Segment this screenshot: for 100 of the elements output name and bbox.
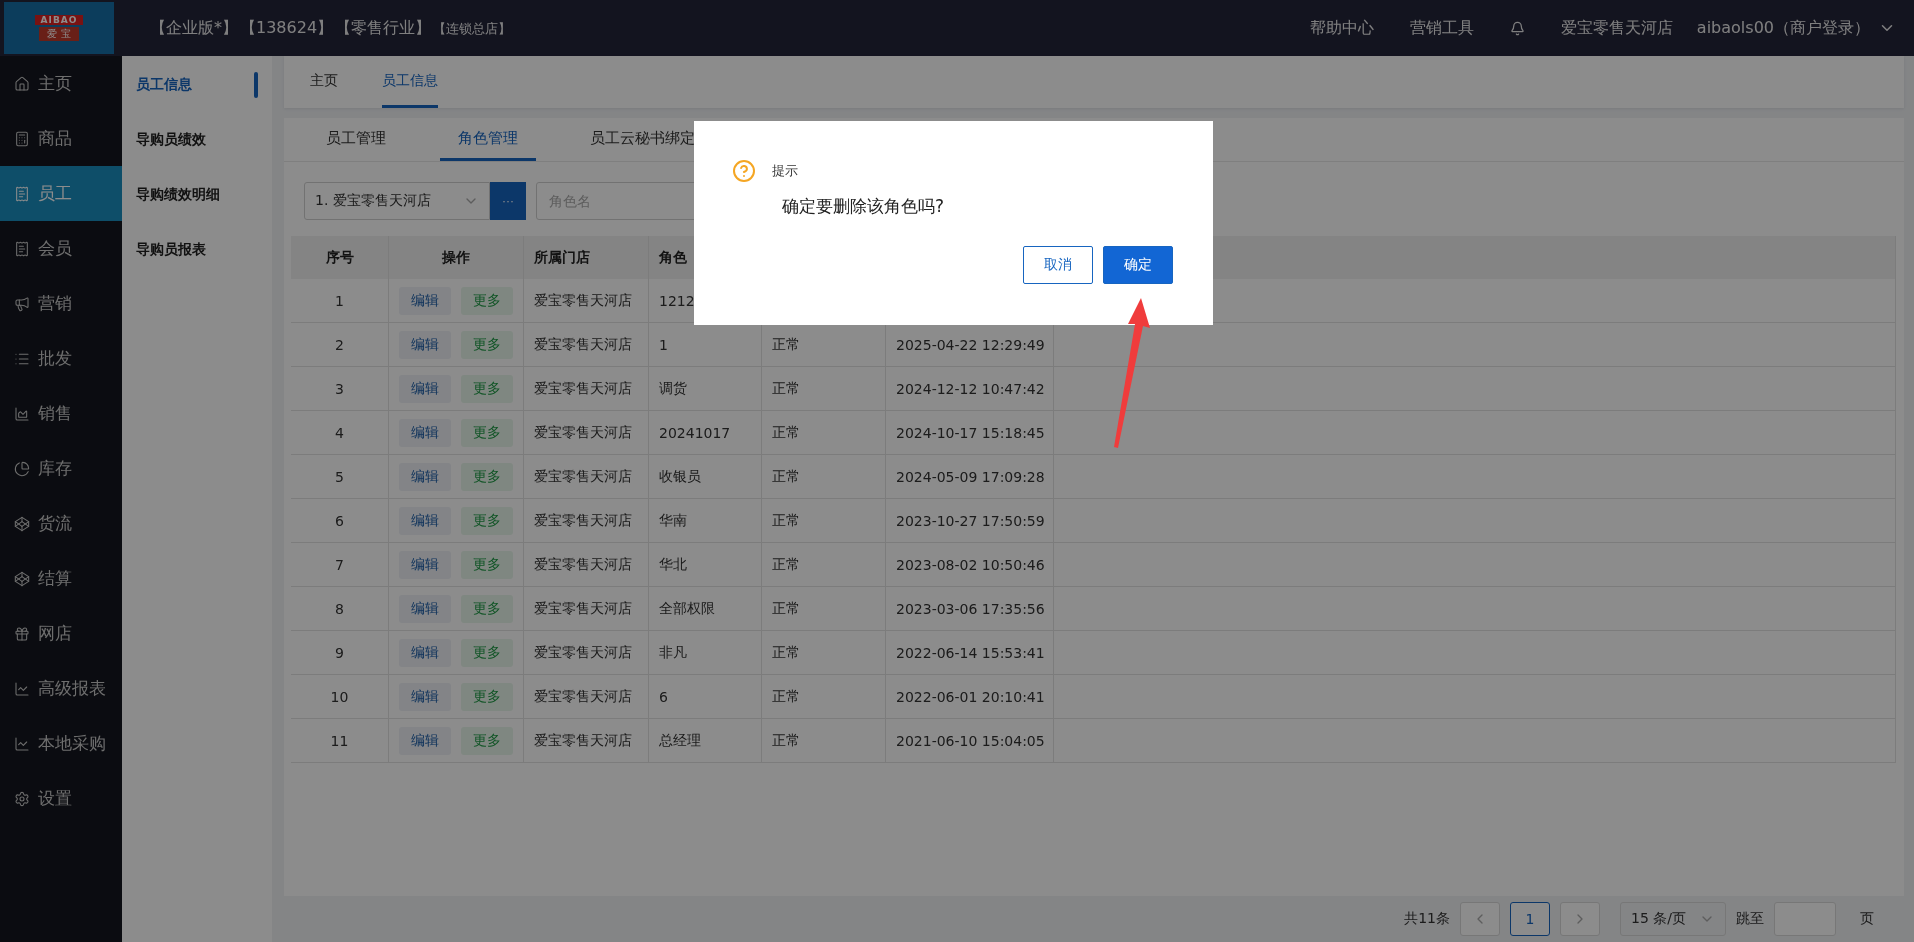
tab[interactable]: 角色管理: [440, 118, 536, 161]
edit-button[interactable]: 编辑: [399, 682, 451, 711]
more-button[interactable]: 更多: [461, 506, 513, 535]
sidebar-item[interactable]: 高级报表: [0, 661, 122, 716]
megaphone-icon: [14, 295, 30, 312]
sidebar-item[interactable]: 货流: [0, 496, 122, 551]
bell-icon[interactable]: [1509, 20, 1525, 36]
more-button[interactable]: 更多: [461, 462, 513, 491]
next-page-button[interactable]: [1560, 902, 1600, 936]
more-button[interactable]: 更多: [461, 726, 513, 755]
table-cell: 爱宝零售天河店: [524, 279, 649, 323]
table-cell: 总经理: [649, 719, 762, 763]
store-select[interactable]: 1. 爱宝零售天河店: [304, 182, 490, 220]
sidebar-item[interactable]: 会员: [0, 221, 122, 276]
more-button[interactable]: 更多: [461, 594, 513, 623]
area-chart-icon: [14, 405, 30, 422]
gift-icon: [14, 625, 30, 642]
home-icon: [14, 75, 30, 92]
edit-button[interactable]: 编辑: [399, 462, 451, 491]
more-button[interactable]: ···: [490, 182, 526, 220]
table-cell: 调货: [649, 367, 762, 411]
top-link[interactable]: 营销工具: [1409, 17, 1474, 39]
edit-button[interactable]: 编辑: [399, 330, 451, 359]
prev-page-button[interactable]: [1460, 902, 1500, 936]
sidebar-item[interactable]: 本地采购: [0, 716, 122, 771]
sidebar-item[interactable]: 结算: [0, 551, 122, 606]
more-button[interactable]: 更多: [461, 330, 513, 359]
more-button[interactable]: 更多: [461, 418, 513, 447]
sidebar-item[interactable]: 商品: [0, 111, 122, 166]
sidebar-item[interactable]: 网店: [0, 606, 122, 661]
edit-button[interactable]: 编辑: [399, 726, 451, 755]
sidebar-item[interactable]: 员工: [0, 166, 122, 221]
table-cell: 2024-12-12 10:47:42: [886, 367, 1054, 411]
table-cell: 11: [291, 719, 389, 763]
table-cell: 2024-05-09 17:09:28: [886, 455, 1054, 499]
more-button[interactable]: 更多: [461, 638, 513, 667]
confirm-button[interactable]: 确定: [1103, 246, 1173, 284]
table-cell: 华北: [649, 543, 762, 587]
edit-button[interactable]: 编辑: [399, 638, 451, 667]
active-indicator: [254, 72, 258, 98]
register-icon: [14, 130, 30, 147]
sidebar-item[interactable]: 库存: [0, 441, 122, 496]
table-cell: 2021-06-10 15:04:05: [886, 719, 1054, 763]
table-cell: 2024-10-17 15:18:45: [886, 411, 1054, 455]
sidebar-item[interactable]: 营销: [0, 276, 122, 331]
table-cell: 6: [291, 499, 389, 543]
submenu-item[interactable]: 导购员报表: [122, 241, 272, 296]
account-tag: 【138624】: [240, 17, 334, 39]
edit-button[interactable]: 编辑: [399, 594, 451, 623]
table-cell: 5: [291, 455, 389, 499]
table-cell: 收银员: [649, 455, 762, 499]
table-cell: 爱宝零售天河店: [524, 499, 649, 543]
sidebar-item[interactable]: 设置: [0, 771, 122, 826]
edit-button[interactable]: 编辑: [399, 418, 451, 447]
more-button[interactable]: 更多: [461, 374, 513, 403]
user-name[interactable]: aibaols00（商户登录）: [1696, 17, 1870, 39]
submenu-item[interactable]: 员工信息: [122, 76, 272, 131]
line-chart-icon: [14, 680, 30, 697]
more-button[interactable]: 更多: [461, 682, 513, 711]
more-button[interactable]: 更多: [461, 286, 513, 315]
sidebar-item[interactable]: 主页: [0, 56, 122, 111]
edit-button[interactable]: 编辑: [399, 506, 451, 535]
account-tag: 【企业版*】: [150, 17, 238, 39]
table-cell: 正常: [762, 411, 886, 455]
submenu-item[interactable]: 导购绩效明细: [122, 186, 272, 241]
edit-button[interactable]: 编辑: [399, 374, 451, 403]
table-cell: 正常: [762, 499, 886, 543]
table-cell: 正常: [762, 367, 886, 411]
sidebar-item[interactable]: 销售: [0, 386, 122, 441]
table-cell: 爱宝零售天河店: [524, 411, 649, 455]
submenu-item[interactable]: 导购员绩效: [122, 131, 272, 186]
total-count: 共11条: [1404, 910, 1450, 928]
table-cell: 9: [291, 631, 389, 675]
edit-button[interactable]: 编辑: [399, 550, 451, 579]
page-size-select[interactable]: 15 条/页: [1620, 902, 1726, 936]
top-link[interactable]: 帮助中心: [1309, 17, 1374, 39]
table-cell: 华南: [649, 499, 762, 543]
sidebar-item[interactable]: 批发: [0, 331, 122, 386]
store-name[interactable]: 爱宝零售天河店: [1560, 17, 1673, 39]
receipt-icon: [14, 240, 30, 257]
tab[interactable]: 员工管理: [308, 118, 404, 161]
page-button[interactable]: 1: [1510, 902, 1550, 936]
page-tab[interactable]: 员工信息: [382, 56, 438, 108]
cancel-button[interactable]: 取消: [1023, 246, 1093, 284]
table-cell: 爱宝零售天河店: [524, 367, 649, 411]
logo-subtext: 爱 宝: [39, 27, 79, 41]
cube-icon: [14, 570, 30, 587]
pie-chart-icon: [14, 460, 30, 477]
table-cell: 爱宝零售天河店: [524, 587, 649, 631]
table-cell: 2: [291, 323, 389, 367]
table-cell: 20241017: [649, 411, 762, 455]
edit-button[interactable]: 编辑: [399, 286, 451, 315]
page-tab[interactable]: 主页: [310, 56, 338, 108]
jump-label: 跳至: [1736, 910, 1764, 928]
table-cell: 爱宝零售天河店: [524, 543, 649, 587]
account-tag: 【零售行业】: [335, 17, 432, 39]
more-button[interactable]: 更多: [461, 550, 513, 579]
table-cell: 2022-06-14 15:53:41: [886, 631, 1054, 675]
table-cell: 3: [291, 367, 389, 411]
account-tag: 【连锁总店】: [433, 19, 512, 38]
